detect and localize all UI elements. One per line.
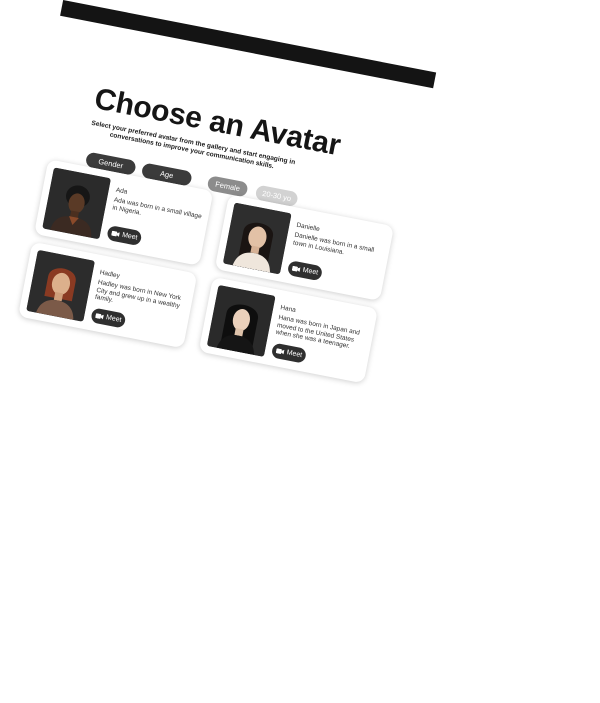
avatar-photo-hana [206,284,276,357]
video-camera-icon [110,230,120,237]
avatar-photo-danielle [222,202,292,275]
avatar-gallery-page: Choose an Avatar Select your preferred a… [0,0,589,703]
meet-button-ada[interactable]: Meet [106,224,143,247]
avatar-name: Ada [115,186,128,196]
video-camera-icon [291,265,301,272]
meet-button-hadley[interactable]: Meet [90,307,127,329]
avatar-photo-ada [42,167,111,240]
meet-button-danielle[interactable]: Meet [286,260,324,282]
meet-label: Meet [121,231,139,242]
meet-label: Meet [302,266,319,277]
top-bar [60,0,437,89]
avatar-photo-hadley [26,249,95,322]
avatar-name: Hana [279,304,297,315]
avatar-bio: Danielle was born in a small town in Lou… [292,231,375,256]
filter-female[interactable]: Female [206,175,249,198]
video-camera-icon [94,313,104,320]
avatar-name: Hadley [99,269,121,280]
meet-label: Meet [286,349,303,360]
avatar-bio: Ada was born in a small village in Niger… [111,196,203,221]
meet-button-hana[interactable]: Meet [270,342,308,364]
video-camera-icon [275,348,285,355]
meet-label: Meet [105,314,123,324]
